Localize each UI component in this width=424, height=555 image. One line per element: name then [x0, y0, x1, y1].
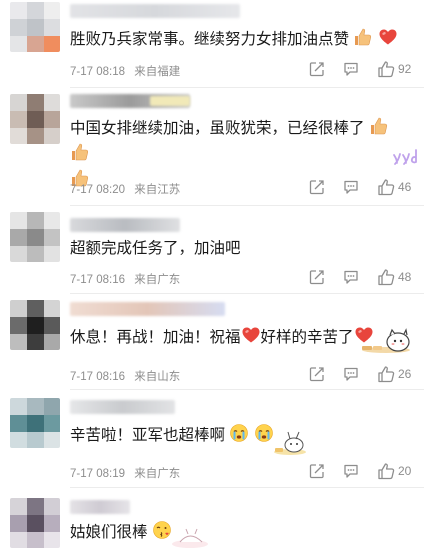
comment-icon: [344, 270, 358, 284]
share-button[interactable]: [309, 61, 325, 77]
comment-time: 7-17 08:19: [70, 468, 125, 480]
comment-item: 胜败乃兵家常事。继续努力女排加油点赞 7-17 08:18 来自福建 92: [0, 0, 424, 88]
comment-icon: [344, 464, 358, 478]
red-heart-icon: [242, 327, 260, 343]
share-icon: [309, 62, 324, 77]
reply-button[interactable]: [343, 463, 359, 479]
like-button[interactable]: 46: [377, 178, 414, 196]
username-blurred[interactable]: [70, 218, 180, 232]
comment-meta: 7-17 08:16 来自广东: [70, 271, 186, 287]
share-button[interactable]: [309, 463, 325, 479]
thumbs-up-icon: [370, 117, 387, 135]
comment-time: 7-17 08:18: [70, 66, 125, 78]
like-icon: [378, 463, 395, 480]
comment-location: 来自福建: [134, 66, 181, 78]
comment-actions: 26: [291, 365, 414, 383]
comment-text: 姑娘们很棒: [70, 520, 410, 546]
comment-icon: [344, 180, 358, 194]
comment-item: 休息！再战！加油！祝福 好样的辛苦了 7-17 08:16 来自山东 26: [0, 294, 424, 390]
share-icon: [309, 464, 324, 479]
avatar[interactable]: [10, 2, 60, 52]
comment-item: 辛苦啦！亚军也超棒啊 7-17 08:19 来自广东 20: [0, 390, 424, 488]
avatar[interactable]: [10, 300, 60, 350]
like-icon: [378, 61, 395, 78]
username-blurred[interactable]: [70, 4, 240, 18]
like-count: 46: [398, 180, 412, 194]
username-blurred[interactable]: [70, 302, 225, 316]
comment-actions: 92: [291, 60, 414, 78]
comment-icon: [344, 62, 358, 76]
crying-face-icon: [254, 424, 273, 442]
comment-text: 超额完成任务了，加油吧: [70, 240, 241, 257]
comment-location: 来自山东: [134, 371, 181, 383]
reply-button[interactable]: [343, 366, 359, 382]
bunny-sticker: [172, 528, 208, 548]
thumbs-up-icon: [72, 143, 89, 161]
comment-time: 7-17 08:16: [70, 371, 125, 383]
comment-actions: 48: [291, 268, 414, 286]
avatar[interactable]: [10, 94, 60, 144]
like-count: 48: [398, 270, 412, 284]
like-button[interactable]: 26: [377, 365, 414, 383]
share-button[interactable]: [309, 269, 325, 285]
like-count: 26: [398, 367, 412, 381]
like-icon: [378, 366, 395, 383]
comment-actions: 20: [291, 462, 414, 480]
comment-item: 姑娘们很棒: [0, 488, 424, 555]
username-badge-blurred: [150, 96, 190, 106]
like-button[interactable]: 48: [377, 268, 414, 286]
like-icon: [378, 269, 395, 286]
comment-meta: 7-17 08:16 来自山东: [70, 368, 186, 384]
comment-time: 7-17 08:20: [70, 184, 125, 196]
red-heart-icon: [379, 29, 397, 45]
comment-text: 辛苦啦！亚军也超棒啊: [70, 423, 410, 449]
comment-meta: 7-17 08:20 来自江苏: [70, 181, 186, 197]
bunny-sticker: [274, 431, 306, 455]
comment-actions: 46: [291, 178, 414, 196]
cat-sticker: [362, 328, 410, 353]
comment-time: 7-17 08:16: [70, 274, 125, 286]
thumbs-up-icon: [355, 28, 372, 46]
crying-face-icon: [230, 424, 249, 442]
like-count: 92: [398, 62, 412, 76]
avatar[interactable]: [10, 212, 60, 262]
like-icon: [378, 179, 395, 196]
like-button[interactable]: 20: [377, 462, 414, 480]
username-blurred[interactable]: [70, 400, 175, 414]
comment-item: 中国女排继续加油，虽败犹荣，已经很棒了 7-17 08:20 来自江苏 46: [0, 88, 424, 206]
share-icon: [309, 180, 324, 195]
username-blurred[interactable]: [70, 500, 130, 514]
comment-text: 胜败乃兵家常事。继续努力女排加油点赞: [70, 27, 410, 53]
share-button[interactable]: [309, 179, 325, 195]
like-button[interactable]: 92: [377, 60, 414, 78]
reply-button[interactable]: [343, 269, 359, 285]
comment-location: 来自广东: [134, 468, 181, 480]
watermark-logo: [393, 149, 417, 165]
comment-text: 休息！再战！加油！祝福 好样的辛苦了: [70, 325, 410, 351]
share-button[interactable]: [309, 366, 325, 382]
comment-location: 来自广东: [134, 274, 181, 286]
comment-meta: 7-17 08:19 来自广东: [70, 465, 186, 481]
like-count: 20: [398, 464, 412, 478]
avatar[interactable]: [10, 498, 60, 548]
comment-location: 来自江苏: [134, 184, 181, 196]
reply-button[interactable]: [343, 61, 359, 77]
comment-meta: 7-17 08:18 来自福建: [70, 63, 186, 79]
comment-icon: [344, 367, 358, 381]
share-icon: [309, 367, 324, 382]
comment-item: 超额完成任务了，加油吧 7-17 08:16 来自广东 48: [0, 206, 424, 294]
avatar[interactable]: [10, 398, 60, 448]
reply-button[interactable]: [343, 179, 359, 195]
share-icon: [309, 270, 324, 285]
